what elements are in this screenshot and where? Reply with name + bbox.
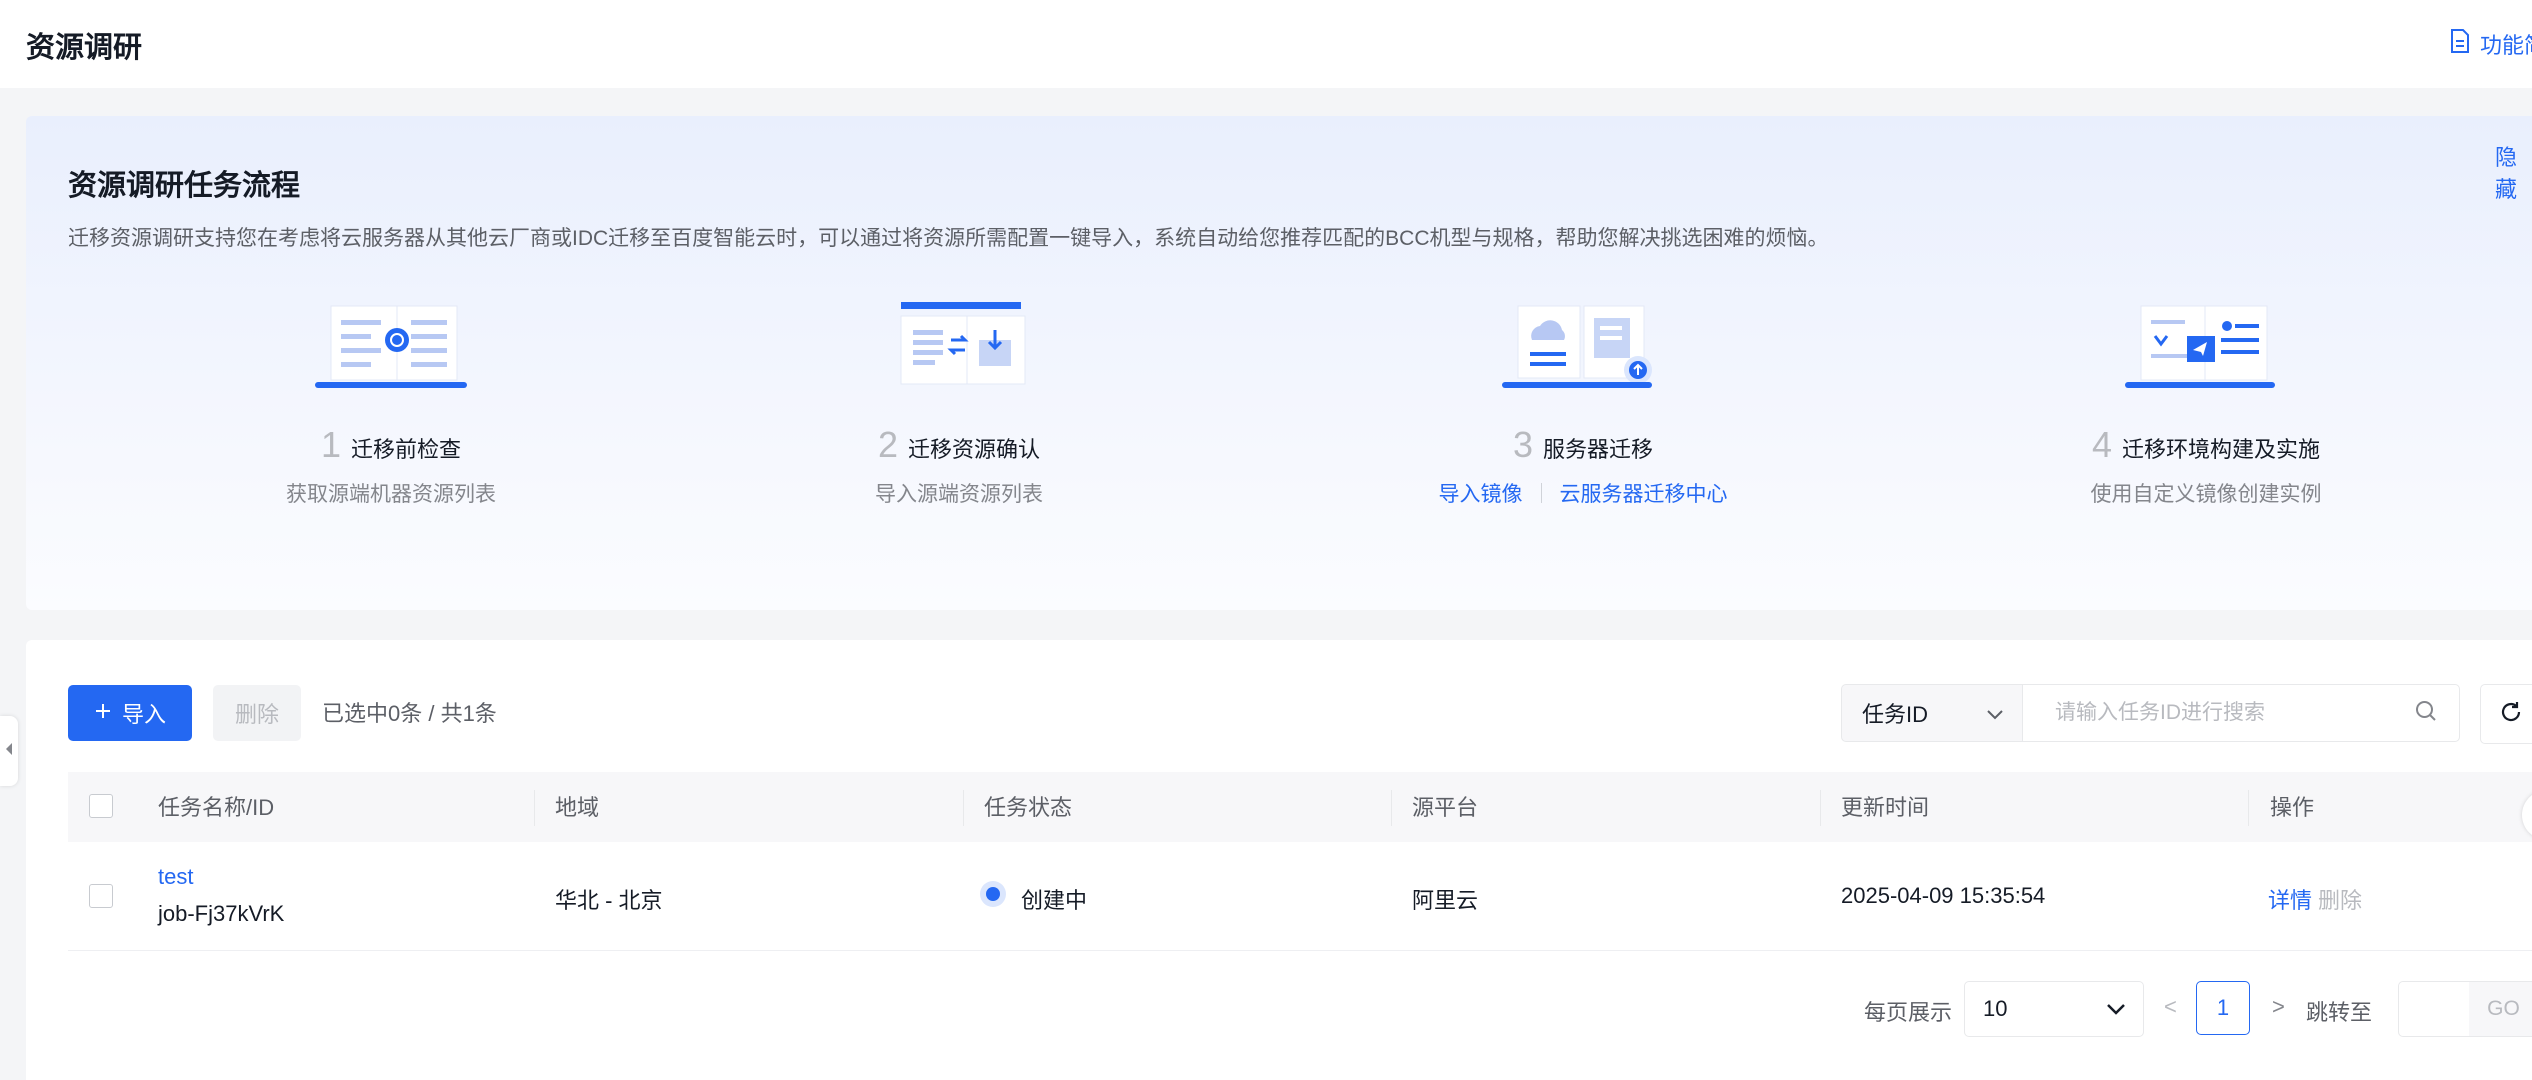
row-divider [68,950,2532,951]
search-field-value: 任务ID [1862,702,1929,727]
doc-link-label: 功能简 [2480,33,2532,58]
step-subtitle: 使用自定义镜像创建实例 [2090,483,2322,506]
current-page-button[interactable]: 1 [2196,981,2250,1035]
chevron-down-icon [1987,700,2003,726]
sidebar-collapse-handle[interactable] [0,716,18,786]
doc-link[interactable]: 功能简 [2450,28,2532,60]
step-name: 迁移资源确认 [908,437,1041,462]
task-region: 华北 - 北京 [555,888,663,913]
search-icon[interactable] [2415,700,2437,727]
column-divider [2248,790,2249,826]
column-divider [1820,790,1821,826]
step-name: 迁移前检查 [351,437,462,462]
task-platform: 阿里云 [1412,888,1479,913]
step-number: 2 [877,424,898,465]
task-status: 创建中 [1021,888,1088,913]
refresh-button[interactable] [2480,684,2532,744]
selection-count: 已选中0条 / 共1条 [322,701,497,726]
checklist-illustration-icon [315,305,467,388]
step-3: 3 服务器迁移 导入镜像 云服务器迁移中心 [1343,300,1823,508]
collapse-arrow-icon [5,742,13,761]
migration-center-link[interactable]: 云服务器迁移中心 [1560,478,1728,508]
row-checkbox[interactable] [89,884,113,908]
column-divider [963,790,964,826]
process-description: 迁移资源调研支持您在考虑将云服务器从其他云厂商或IDC迁移至百度智能云时，可以通… [68,227,1829,250]
refresh-icon [2499,700,2523,729]
server-migration-illustration-icon [1502,305,1652,388]
step-1: 1 迁移前检查 获取源端机器资源列表 [151,300,631,508]
task-id: job-Fj37kVrK [158,901,285,926]
page-size-label: 每页展示 [1864,1000,1953,1025]
link-separator [1540,483,1542,503]
delete-button[interactable]: 删除 [213,685,301,741]
step-name: 迁移环境构建及实施 [2122,437,2321,462]
plus-icon [94,700,112,726]
step-subtitle: 获取源端机器资源列表 [286,483,496,506]
top-header [0,0,2532,88]
col-header-updated: 更新时间 [1841,795,1930,820]
col-header-platform: 源平台 [1412,795,1479,820]
page-size-value: 10 [1983,996,2008,1021]
import-button[interactable]: 导入 [68,685,192,741]
jump-page-input[interactable] [2398,981,2470,1037]
search-input[interactable] [2053,700,2397,726]
doc-icon [2450,29,2470,59]
next-page-button[interactable]: > [2272,994,2285,1020]
page-title: 资源调研 [26,32,143,64]
resource-confirm-illustration-icon [900,302,1026,385]
col-header-name: 任务名称/ID [158,795,275,820]
status-indicator-icon [980,881,1006,907]
page-size-select[interactable]: 10 [1964,981,2144,1037]
select-all-checkbox[interactable] [89,794,113,818]
table-header [68,772,2532,842]
environment-build-illustration-icon [2125,305,2275,388]
step-number: 4 [2091,424,2112,465]
jump-to-label: 跳转至 [2306,1000,2373,1025]
column-divider [534,790,535,826]
step-subtitle: 导入源端资源列表 [875,483,1043,506]
prev-page-button[interactable]: < [2164,994,2177,1020]
process-title: 资源调研任务流程 [68,170,301,202]
col-header-region: 地域 [555,795,600,820]
task-name-link[interactable]: test [158,864,193,890]
task-updated-time: 2025-04-09 15:35:54 [1841,883,2046,908]
import-button-label: 导入 [121,702,166,727]
delete-action-link[interactable]: 删除 [2318,883,2362,915]
step-number: 1 [320,424,341,465]
search-box [2022,684,2460,742]
step-name: 服务器迁移 [1543,437,1654,462]
step-number: 3 [1512,424,1533,465]
import-image-link[interactable]: 导入镜像 [1439,478,1523,508]
detail-action-link[interactable]: 详情 [2268,883,2312,915]
chevron-down-icon [2107,996,2125,1022]
hide-process-link[interactable]: 隐藏 [2495,140,2532,204]
column-divider [1391,790,1392,826]
step-2: 2 迁移资源确认 导入源端资源列表 [719,300,1199,508]
search-field-select[interactable]: 任务ID [1841,684,2023,742]
go-button[interactable]: GO [2469,981,2532,1037]
col-header-status: 任务状态 [984,795,1073,820]
col-header-actions: 操作 [2270,795,2315,820]
step-4: 4 迁移环境构建及实施 使用自定义镜像创建实例 [1966,300,2446,508]
